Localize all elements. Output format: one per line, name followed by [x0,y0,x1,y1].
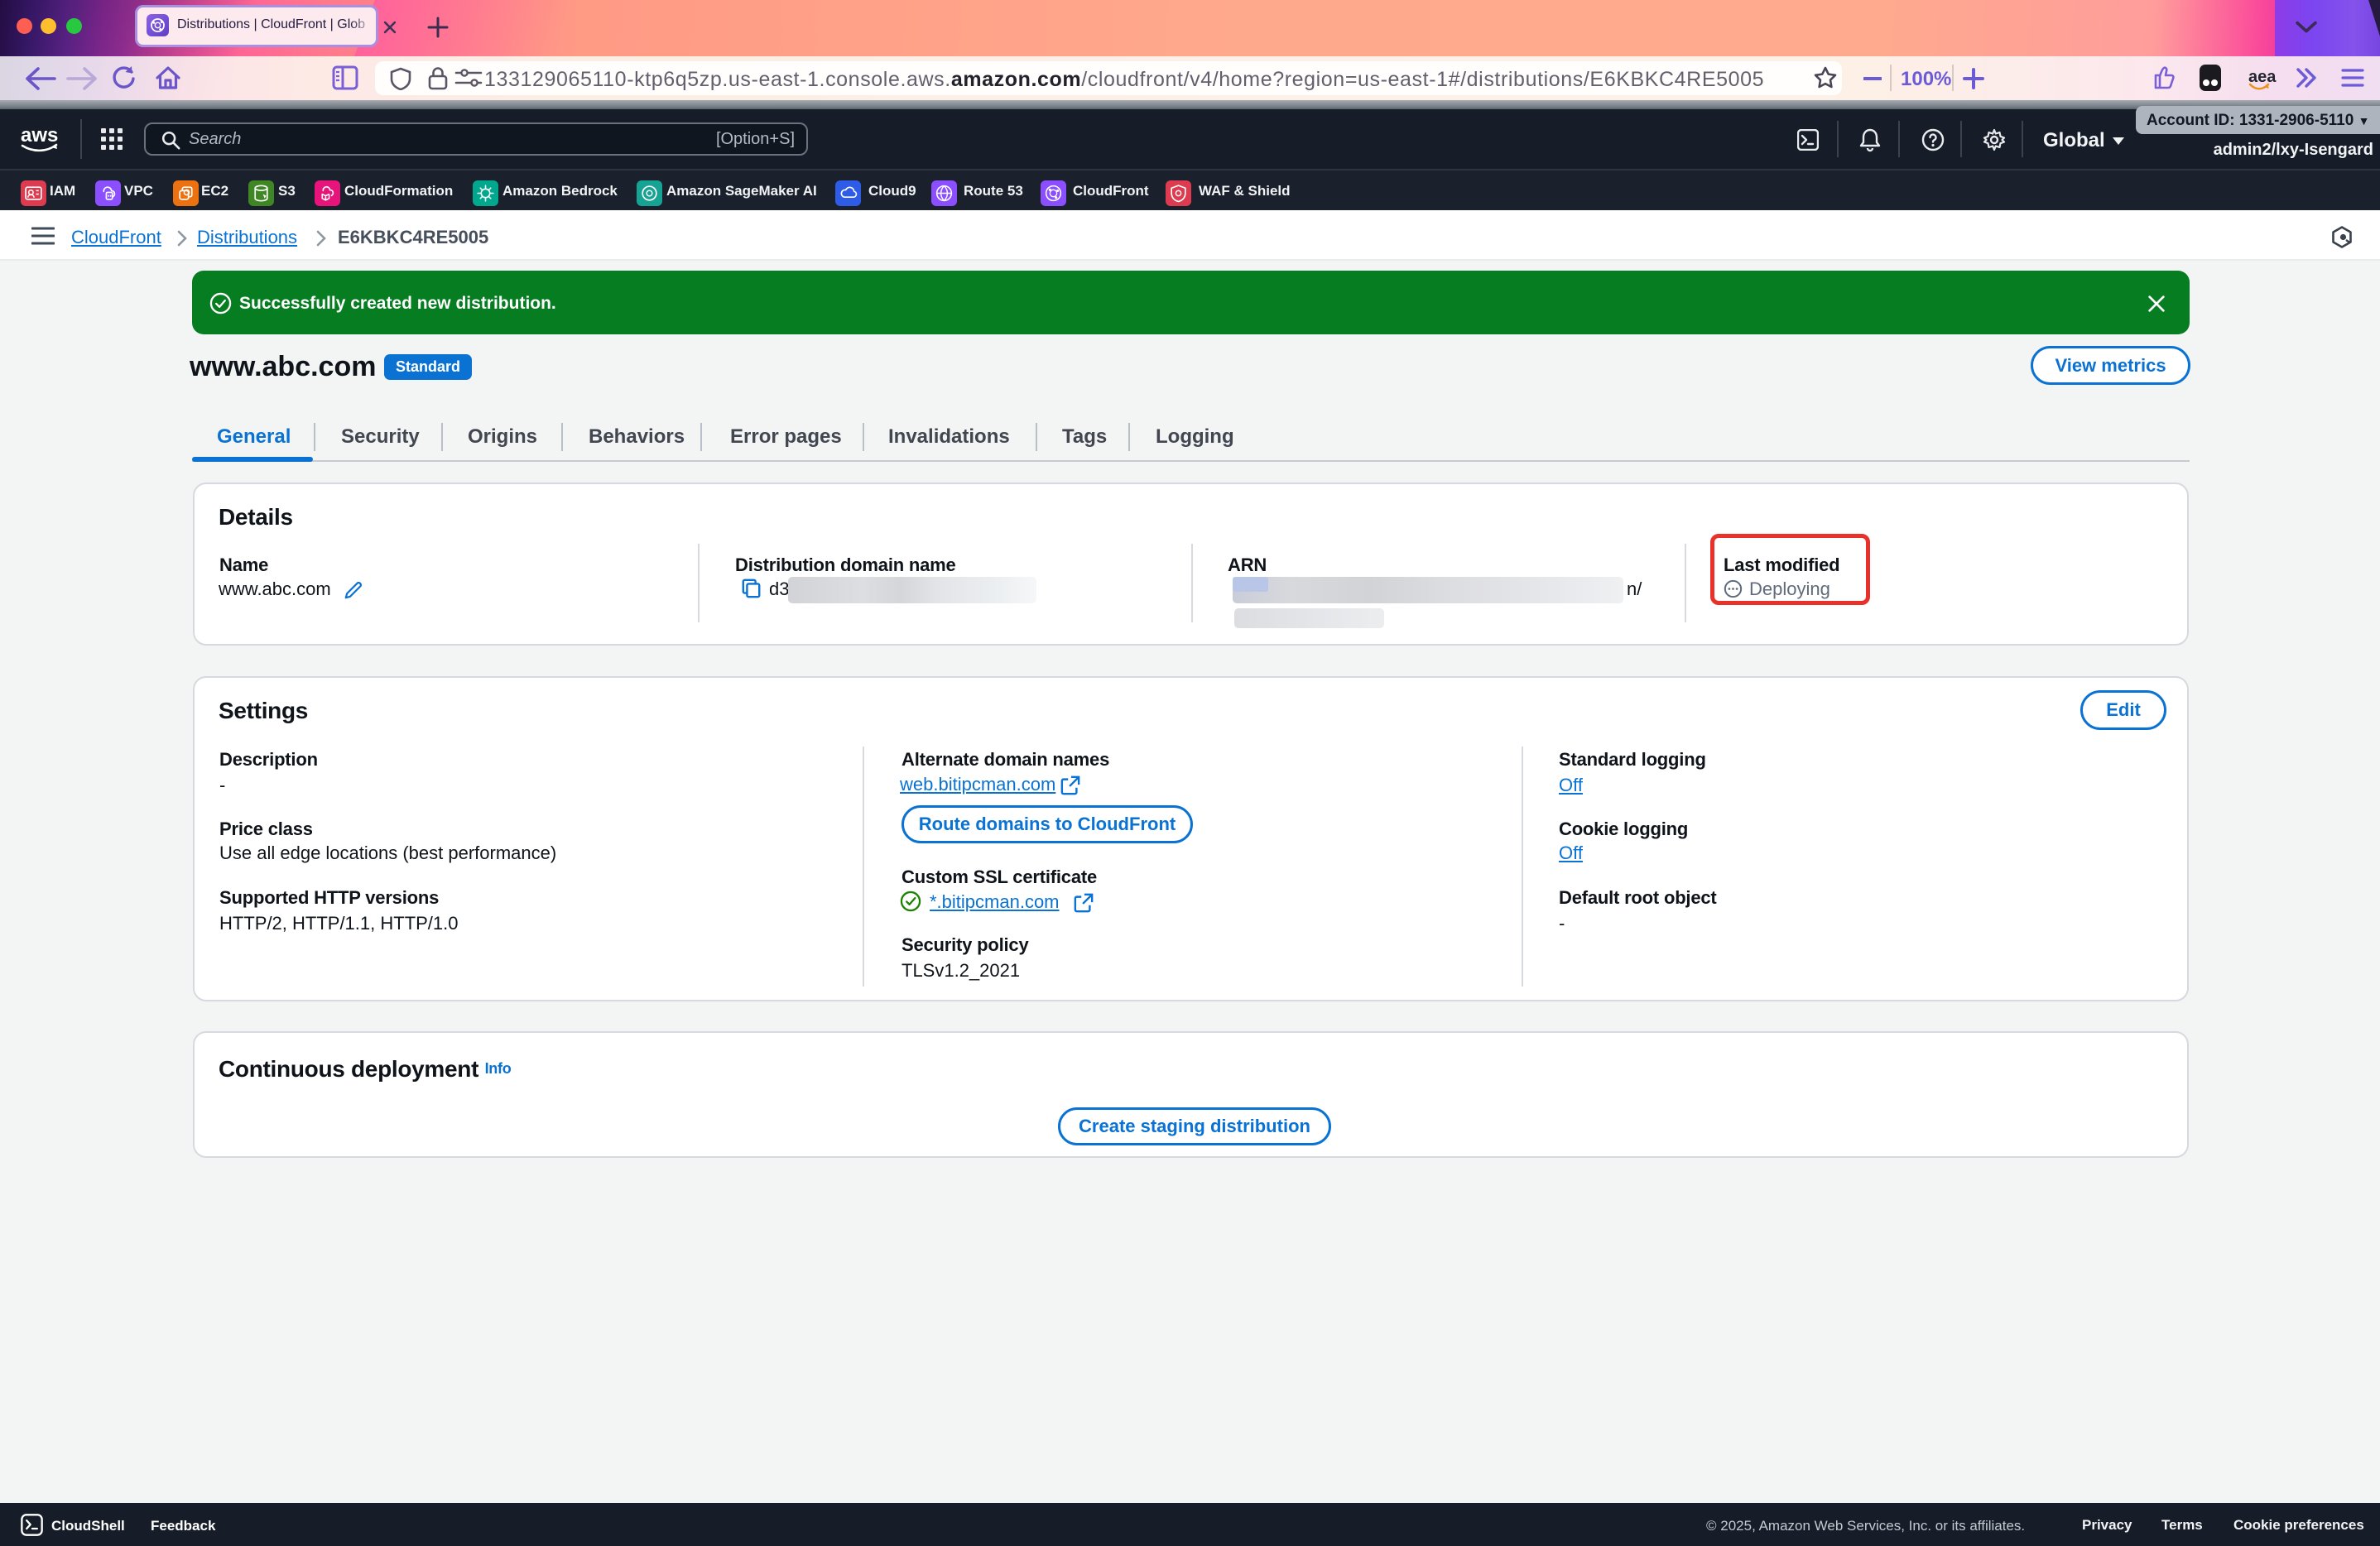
svg-text:aws: aws [21,124,58,146]
